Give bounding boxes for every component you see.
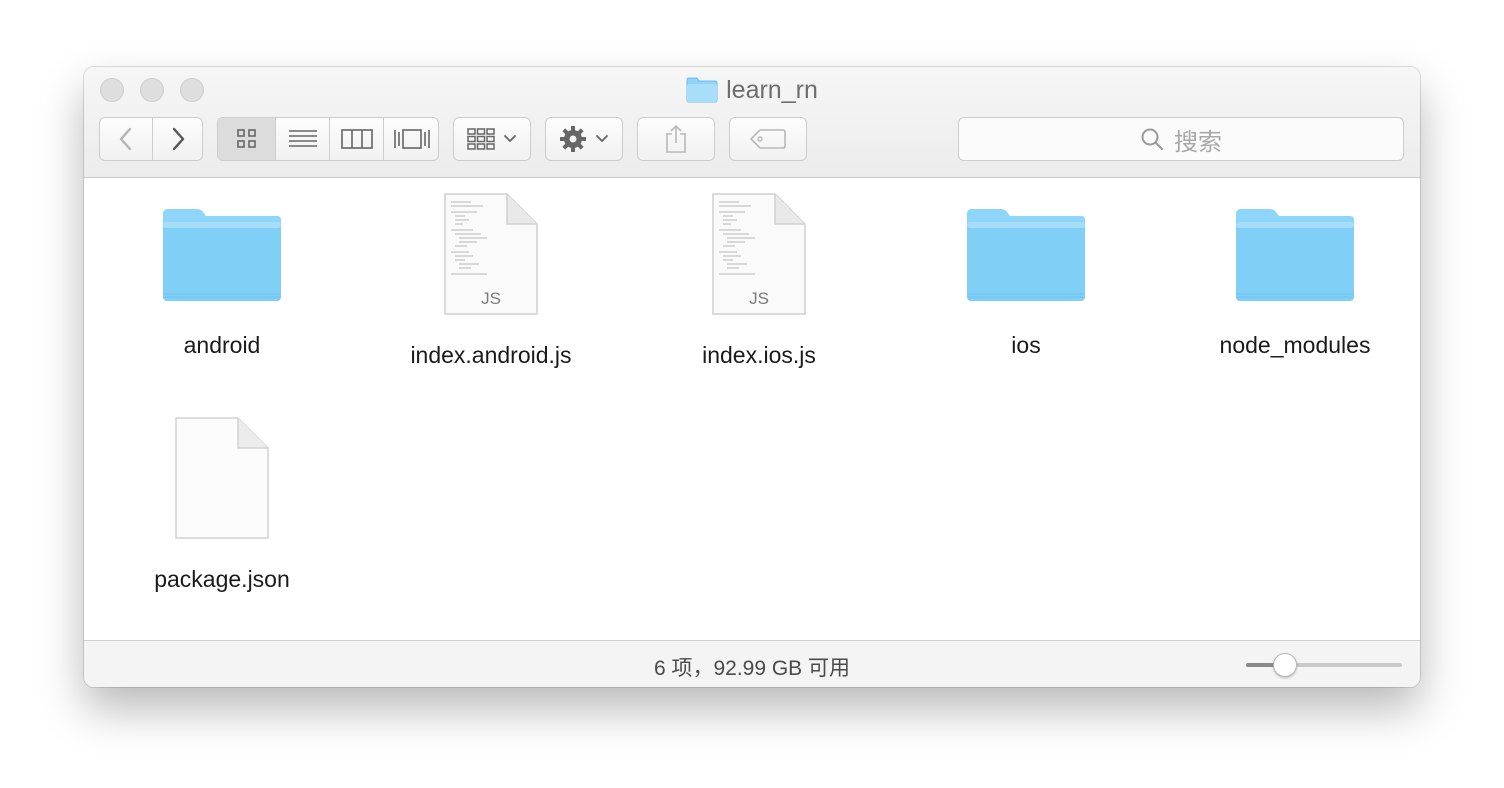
tag-icon [750,129,786,149]
file-item-ios[interactable]: ios [892,206,1160,359]
action-button[interactable] [545,117,623,161]
js-file-icon: JS [444,193,538,315]
folder-icon [163,209,281,301]
svg-text:JS: JS [749,289,769,308]
js-file-icon: JS [712,193,806,315]
finder-window: learn_rn 搜索 android JS index.android.js … [84,67,1420,687]
blank-file-icon [175,417,269,539]
column-view-icon [340,129,373,149]
list-view-icon [288,130,317,147]
file-name: node_modules [1219,332,1371,358]
search-icon [1141,128,1164,151]
column-view-button[interactable] [330,118,383,160]
arrange-icon [467,128,495,150]
share-icon [666,124,686,153]
window-title-text: learn_rn [726,75,818,104]
folder-icon [1236,209,1354,301]
view-mode-control [217,117,439,161]
folder-icon [686,77,718,103]
status-bar: 6 项，92.99 GB 可用 [84,640,1420,687]
status-text: 6 项，92.99 GB 可用 [653,657,851,680]
chevron-down-icon [596,135,608,143]
file-item-index-ios-js[interactable]: JS index.ios.js [625,192,893,369]
svg-text:JS: JS [481,289,501,308]
gear-icon [560,126,586,152]
search-placeholder: 搜索 [1174,128,1222,156]
icon-view-icon [236,129,256,148]
file-name: index.ios.js [702,342,816,368]
window-title: learn_rn [84,75,1420,105]
forward-button[interactable] [153,118,203,160]
icon-size-slider-knob[interactable] [1273,653,1297,677]
back-button[interactable] [100,118,152,160]
file-name: android [183,332,261,358]
file-name: ios [1011,332,1041,358]
file-grid: android JS index.android.js JS index.ios… [84,178,1420,640]
arrange-button[interactable] [453,117,531,161]
file-item-android[interactable]: android [88,206,356,359]
folder-icon [967,209,1085,301]
toolbar: learn_rn 搜索 [84,67,1420,178]
chevron-left-icon [119,127,132,151]
icon-size-slider[interactable] [1246,663,1402,667]
list-view-button[interactable] [276,118,329,160]
chevron-down-icon [504,135,516,143]
icon-view-button[interactable] [218,118,275,160]
file-name: index.android.js [410,342,572,368]
gallery-view-icon [394,129,430,149]
file-item-node-modules[interactable]: node_modules [1161,206,1420,359]
share-button[interactable] [637,117,715,161]
gallery-view-button[interactable] [384,118,438,160]
chevron-right-icon [172,127,185,151]
tags-button[interactable] [729,117,807,161]
search-field[interactable]: 搜索 [958,117,1404,161]
file-item-index-android-js[interactable]: JS index.android.js [357,192,625,369]
file-item-package-json[interactable]: package.json [88,416,356,593]
nav-buttons [99,117,203,161]
file-name: package.json [154,566,290,592]
